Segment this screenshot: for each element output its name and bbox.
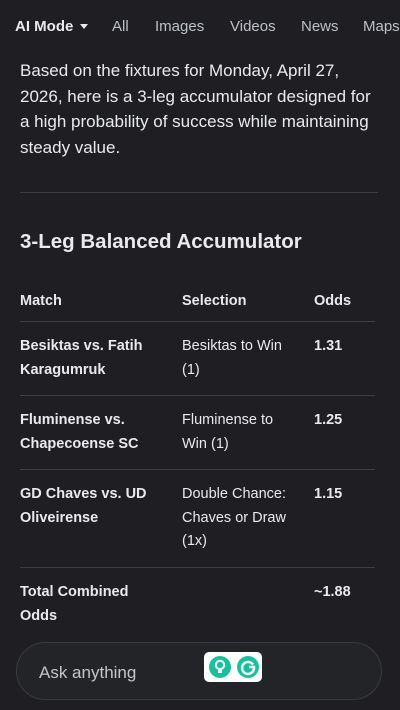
total-label: Total Combined Odds — [20, 584, 129, 624]
accumulator-table: Match Selection Odds Besiktas vs. Fatih … — [20, 285, 375, 638]
search-tabs: AI Mode All Images Videos News Maps — [0, 0, 400, 52]
row-match: Fluminense vs. Chapecoense SC — [20, 412, 139, 452]
table-header: Match Selection Odds — [20, 285, 375, 322]
ask-bar[interactable] — [16, 642, 382, 700]
table-row: Besiktas vs. Fatih Karagumruk Besiktas t… — [20, 322, 375, 396]
section-heading: 3-Leg Balanced Accumulator — [20, 230, 302, 253]
total-odds: ~1.88 — [314, 584, 351, 600]
tab-ai-mode-label: AI Mode — [15, 18, 74, 35]
header-selection: Selection — [182, 293, 247, 309]
tab-maps[interactable]: Maps — [363, 18, 400, 35]
section-divider — [20, 192, 378, 193]
row-odds: 1.25 — [314, 412, 343, 428]
tab-all[interactable]: All — [112, 18, 129, 35]
page: AI Mode All Images Videos News Maps Base… — [0, 0, 400, 710]
table-total-row: Total Combined Odds ~1.88 — [20, 568, 375, 638]
caret-down-icon — [80, 23, 89, 29]
header-odds: Odds — [314, 293, 352, 309]
header-match: Match — [20, 293, 62, 309]
tab-ai-mode[interactable]: AI Mode — [15, 18, 89, 35]
row-selection: Double Chance: Chaves or Draw (1x) — [182, 486, 286, 549]
table-row: Fluminense vs. Chapecoense SC Fluminense… — [20, 396, 375, 470]
intro-paragraph: Based on the fixtures for Monday, April … — [20, 61, 371, 157]
tab-images[interactable]: Images — [155, 18, 204, 35]
row-selection: Besiktas to Win (1) — [182, 338, 282, 378]
extension-icons — [209, 656, 259, 678]
row-selection: Fluminense to Win (1) — [182, 412, 274, 452]
row-odds: 1.31 — [314, 338, 343, 354]
tab-news[interactable]: News — [301, 18, 339, 35]
extension-badge[interactable] — [204, 652, 262, 682]
tab-videos[interactable]: Videos — [230, 18, 276, 35]
row-match: Besiktas vs. Fatih Karagumruk — [20, 338, 143, 378]
lightbulb-icon — [209, 656, 231, 678]
table-row: GD Chaves vs. UD Oliveirense Double Chan… — [20, 470, 375, 568]
row-odds: 1.15 — [314, 486, 343, 502]
row-match: GD Chaves vs. UD Oliveirense — [20, 486, 147, 526]
ask-input[interactable] — [37, 659, 221, 687]
